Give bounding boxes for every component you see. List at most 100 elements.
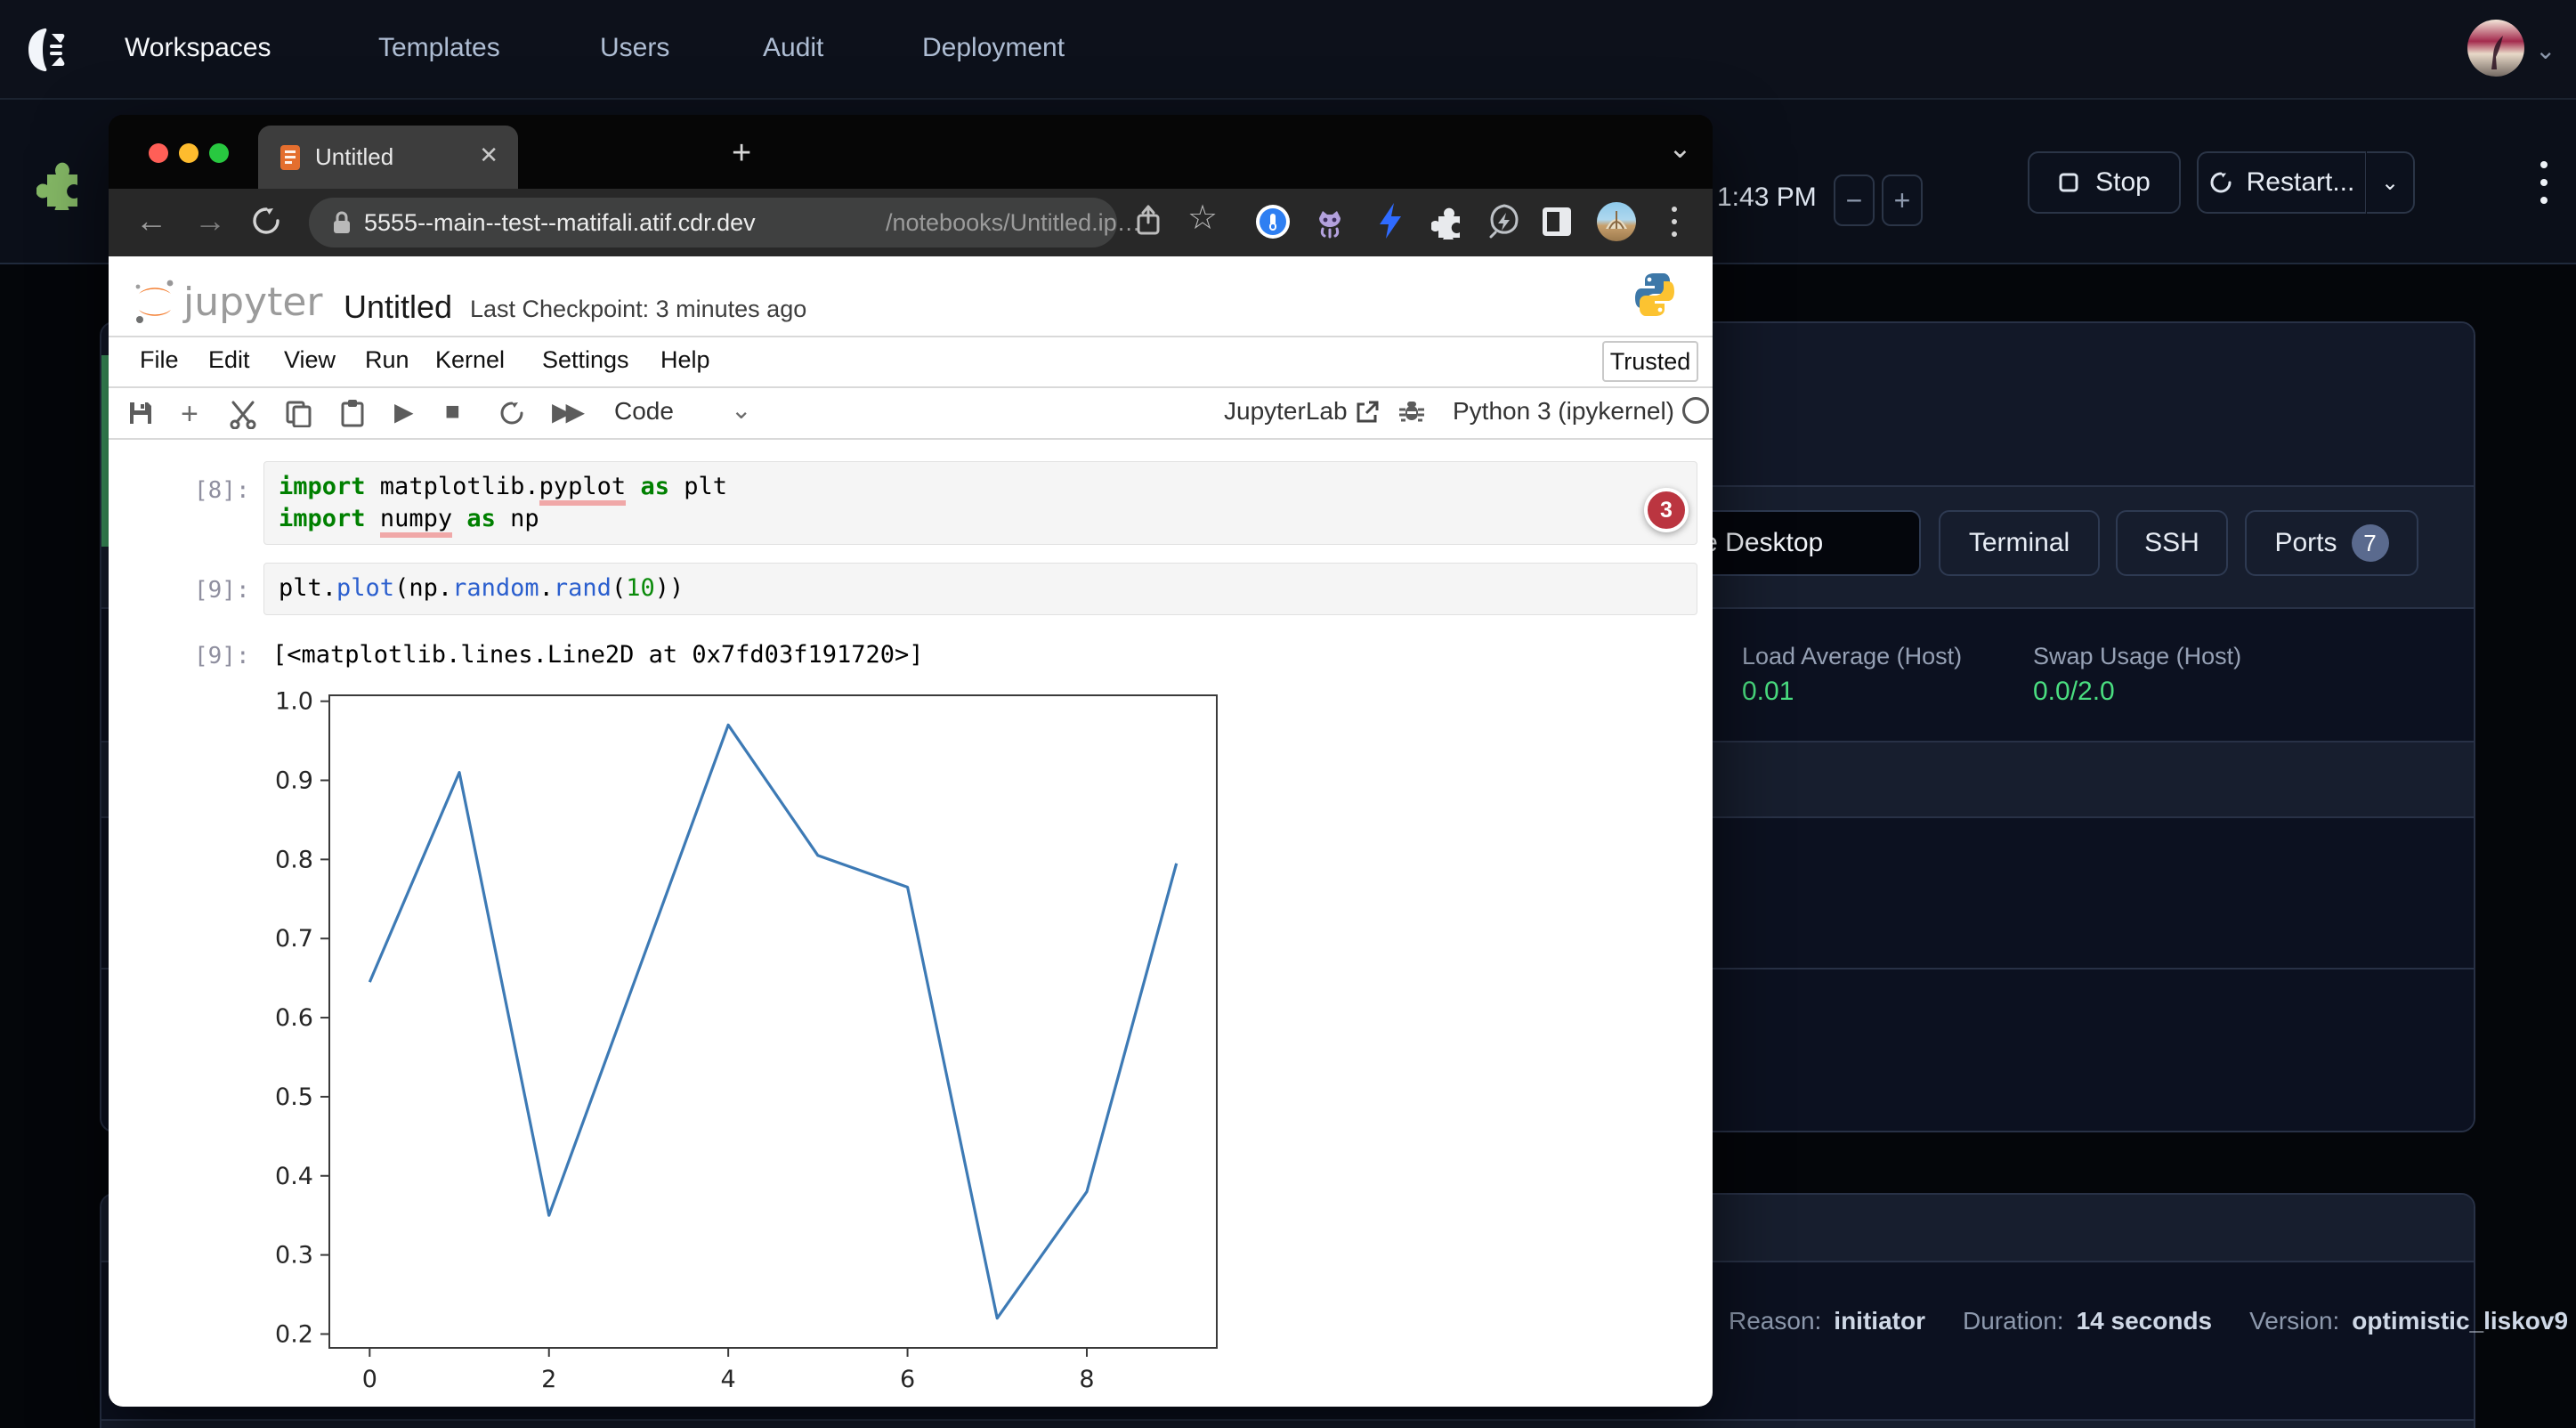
notebook-favicon (278, 143, 303, 172)
interrupt-kernel-button[interactable]: ■ (445, 397, 460, 426)
run-all-cells-button[interactable]: ▶▶ (552, 397, 579, 426)
user-avatar[interactable] (2467, 20, 2524, 77)
python-logo-icon (1633, 272, 1676, 318)
back-button[interactable]: ← (135, 202, 167, 239)
build-version-value: optimistic_liskov9 (2352, 1307, 2568, 1335)
clipped-scrolled-line: import matplotlib.pyplot as plt (274, 438, 1342, 452)
nav-item-audit[interactable]: Audit (763, 0, 823, 96)
menu-kernel[interactable]: Kernel (435, 346, 505, 374)
url-host: 5555--main--test--matifali.atif.cdr.dev (364, 209, 756, 237)
stop-workspace-button[interactable]: Stop (2028, 151, 2181, 214)
cell8-input[interactable]: import matplotlib.pyplot as plt import n… (263, 461, 1697, 545)
browser-profile-avatar[interactable] (1597, 202, 1636, 241)
menu-settings[interactable]: Settings (542, 346, 629, 374)
extension-github-icon[interactable] (1312, 204, 1348, 239)
window-close-button[interactable] (149, 143, 168, 163)
side-panel-icon[interactable] (1540, 205, 1574, 239)
external-link-icon[interactable] (1354, 399, 1381, 426)
cell8-run-count-badge[interactable]: 3 (1644, 488, 1689, 532)
top-navigation: Workspaces Templates Users Audit Deploym… (0, 0, 2576, 100)
screen: Workspaces Templates Users Audit Deploym… (0, 0, 2576, 1428)
extension-bolt-icon[interactable] (1374, 201, 1406, 240)
build-reason-label: Reason: (1729, 1307, 1821, 1335)
url-path: /notebooks/Untitled.ip… (886, 209, 1141, 237)
new-tab-button[interactable]: + (732, 134, 751, 173)
forward-button[interactable]: → (194, 202, 226, 239)
menu-edit[interactable]: Edit (208, 346, 250, 374)
address-bar[interactable]: 5555--main--test--matifali.atif.cdr.dev … (309, 198, 1117, 247)
browser-menu-kebab-icon[interactable] (1665, 201, 1684, 242)
schedule-increase-button[interactable]: + (1882, 174, 1923, 226)
kernel-name[interactable]: Python 3 (ipykernel) (1453, 397, 1674, 426)
header-divider (109, 336, 1713, 337)
app-button-terminal[interactable]: Terminal (1939, 510, 2100, 576)
jupyterlab-link[interactable]: JupyterLab (1224, 397, 1348, 426)
restart-icon (2209, 171, 2232, 194)
app-button-ssh[interactable]: SSH (2116, 510, 2228, 576)
cell-type-chevron-icon[interactable]: ⌄ (731, 395, 751, 425)
menu-view[interactable]: View (284, 346, 336, 374)
cut-cells-button[interactable] (228, 399, 258, 429)
share-icon[interactable] (1132, 203, 1164, 239)
restart-kernel-button[interactable] (498, 399, 526, 427)
schedule-decrease-button[interactable]: − (1834, 174, 1875, 226)
line-chart: 0.20.30.40.50.60.70.80.91.002468 (242, 666, 1275, 1407)
svg-text:6: 6 (900, 1366, 915, 1393)
build-reason-value: initiator (1834, 1307, 1925, 1335)
menu-file[interactable]: File (140, 346, 179, 374)
cell-type-select[interactable]: Code (614, 397, 674, 426)
nav-item-deployment[interactable]: Deployment (922, 0, 1065, 96)
nav-item-users[interactable]: Users (600, 0, 669, 96)
svg-text:0.9: 0.9 (275, 767, 313, 795)
cell9-prompt: [9]: (194, 577, 250, 604)
build-duration-value: 14 seconds (2077, 1307, 2213, 1335)
window-zoom-button[interactable] (209, 143, 229, 163)
copy-cells-button[interactable] (284, 399, 312, 427)
extension-1password-icon[interactable] (1255, 204, 1291, 239)
reload-button[interactable] (249, 204, 283, 238)
notebook-title[interactable]: Untitled (344, 288, 452, 326)
coder-logo-icon[interactable] (18, 21, 75, 78)
restart-workspace-button[interactable]: Restart... (2197, 151, 2366, 214)
run-cell-button[interactable]: ▶ (394, 397, 414, 426)
debugger-bug-icon[interactable] (1397, 397, 1427, 427)
browser-tab-strip: Untitled ✕ + ⌄ (109, 115, 1713, 189)
app-button-ports[interactable]: Ports 7 (2245, 510, 2418, 576)
user-menu-chevron-icon[interactable]: ⌄ (2535, 36, 2556, 65)
build-info-line: Reason: initiator Duration: 14 seconds V… (1729, 1307, 2568, 1335)
stat-load-average-value: 0.01 (1742, 677, 1794, 707)
energy-saver-icon[interactable] (1486, 202, 1522, 239)
paste-cells-button[interactable] (338, 398, 367, 428)
workspace-template-puzzle-icon (36, 155, 88, 210)
svg-text:1.0: 1.0 (275, 688, 313, 716)
nav-item-workspaces[interactable]: Workspaces (125, 0, 271, 96)
stat-load-average-label: Load Average (Host) (1742, 643, 1962, 670)
menu-help[interactable]: Help (660, 346, 710, 374)
lock-icon (330, 209, 353, 236)
notebook-checkpoint: Last Checkpoint: 3 minutes ago (470, 296, 806, 323)
bookmark-star-icon[interactable]: ☆ (1187, 198, 1218, 238)
workspace-kebab-menu[interactable] (2526, 153, 2562, 212)
tab-search-chevron-icon[interactable]: ⌄ (1668, 131, 1692, 165)
svg-text:0: 0 (362, 1366, 377, 1393)
svg-text:0.4: 0.4 (275, 1163, 313, 1190)
window-minimize-button[interactable] (179, 143, 198, 163)
save-button[interactable] (126, 399, 155, 427)
insert-cell-button[interactable]: + (181, 397, 198, 432)
svg-text:0.7: 0.7 (275, 925, 313, 953)
svg-text:0.5: 0.5 (275, 1083, 313, 1111)
trusted-button[interactable]: Trusted (1602, 341, 1698, 382)
jupyter-page: jupyter Untitled Last Checkpoint: 3 minu… (109, 256, 1713, 1407)
menu-run[interactable]: Run (365, 346, 409, 374)
out9-text: [<matplotlib.lines.Line2D at 0x7fd03f191… (272, 641, 924, 669)
extensions-puzzle-icon[interactable] (1431, 204, 1467, 239)
nav-item-templates[interactable]: Templates (378, 0, 500, 96)
menubar-divider (109, 386, 1713, 388)
tab-close-icon[interactable]: ✕ (479, 142, 498, 169)
kernel-status-indicator (1682, 397, 1709, 424)
browser-tab[interactable]: Untitled ✕ (258, 126, 518, 189)
build-duration-label: Duration: (1963, 1307, 2064, 1335)
restart-options-chevron[interactable]: ⌄ (2367, 151, 2415, 214)
cell9-input[interactable]: plt.plot(np.random.rand(10)) (263, 563, 1697, 615)
ports-count-badge: 7 (2352, 524, 2389, 562)
